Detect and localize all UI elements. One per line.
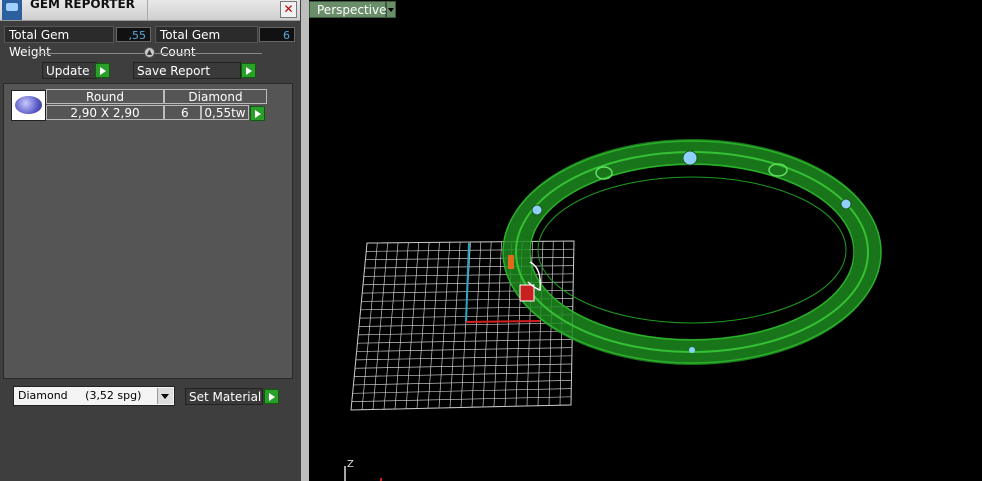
y-axis-line <box>465 242 470 323</box>
set-material-play-icon[interactable] <box>264 389 279 404</box>
gem-type-header: Diamond <box>164 89 267 104</box>
update-button[interactable]: Update <box>42 62 97 79</box>
gem-size-cell: 2,90 X 2,90 <box>46 105 164 120</box>
clasp-red <box>519 284 535 302</box>
gem-row-play-icon[interactable] <box>250 106 265 121</box>
round-gem-icon <box>11 90 46 121</box>
stone-2 <box>531 204 543 216</box>
panel-title: GEM REPORTER <box>30 0 135 11</box>
save-report-button[interactable]: Save Report <box>133 62 241 79</box>
stone-1 <box>682 150 698 166</box>
close-button[interactable]: ✕ <box>280 1 297 18</box>
total-gem-count-value: 6 <box>259 27 295 42</box>
stone-4 <box>689 347 695 353</box>
total-gem-weight-label: Total Gem Weight <box>4 26 114 59</box>
gem-count-cell: 6 <box>164 105 201 120</box>
total-gem-count-label: Total Gem Count <box>155 26 258 59</box>
gem-weight-cell: 0,55tw <box>201 105 249 120</box>
3d-viewport[interactable]: Z <box>309 0 982 481</box>
clasp-orange <box>508 255 514 269</box>
gem-list: Round Diamond 2,90 X 2,90 6 0,55tw <box>3 83 293 379</box>
stone-3 <box>840 198 852 210</box>
gizmo-z-label: Z <box>347 459 354 470</box>
panel-splitter[interactable] <box>301 0 309 481</box>
gem-reporter-icon <box>2 0 22 20</box>
panel-titlebar: GEM REPORTER ✕ <box>0 0 300 21</box>
ground-grid <box>351 241 574 410</box>
collapse-handle[interactable]: ▲ <box>144 47 155 58</box>
gem-shape-header: Round <box>46 89 164 104</box>
set-material-button[interactable]: Set Material <box>185 388 263 405</box>
material-select[interactable]: Diamond (3,52 spg) <box>13 386 175 406</box>
material-select-value: Diamond (3,52 spg) <box>18 389 142 402</box>
total-gem-weight-value: ,55 <box>116 27 151 42</box>
chevron-down-icon[interactable] <box>157 388 173 404</box>
title-separator <box>147 0 148 20</box>
update-play-icon[interactable] <box>95 63 110 78</box>
gem-reporter-panel: GEM REPORTER ✕ Total Gem Weight ,55 Tota… <box>0 0 301 481</box>
save-report-play-icon[interactable] <box>241 63 256 78</box>
bangle-model[interactable] <box>502 139 882 365</box>
x-axis-line <box>465 320 541 323</box>
